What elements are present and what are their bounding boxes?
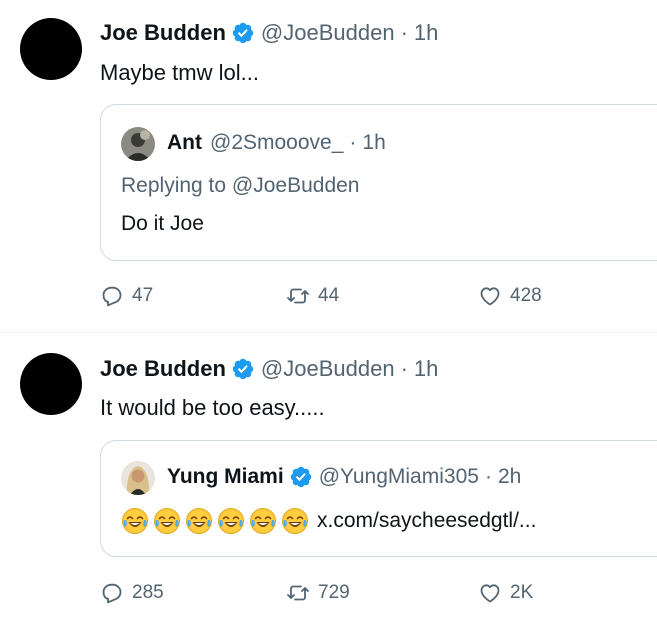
quote-text: x.com/saycheesedgtl/...	[121, 507, 536, 535]
like-button[interactable]: 2K	[478, 581, 533, 605]
separator-dot: ·	[484, 465, 492, 488]
timestamp[interactable]: 1h	[362, 131, 385, 155]
like-icon	[478, 581, 502, 605]
author-name[interactable]: Ant	[167, 131, 202, 155]
like-count: 428	[510, 285, 542, 306]
author-handle[interactable]: @JoeBudden	[261, 356, 395, 382]
laughing-emoji-icon	[217, 507, 245, 535]
reply-icon	[100, 581, 124, 605]
tweet-text: Maybe tmw lol...	[100, 60, 259, 85]
reply-button[interactable]: 47	[100, 284, 153, 308]
retweet-button[interactable]: 44	[286, 284, 339, 308]
laughing-emoji-icon	[281, 507, 309, 535]
reply-count: 47	[132, 285, 154, 306]
author-name[interactable]: Yung Miami	[167, 465, 284, 489]
tweet-1[interactable]: Joe Budden @JoeBudden · 1h Maybe tmw lol…	[0, 0, 657, 332]
reply-button[interactable]: 285	[100, 581, 164, 605]
quote-link[interactable]: x.com/saycheesedgtl/...	[317, 509, 536, 533]
quote-header: Yung Miami @YungMiami305 · 2h	[167, 465, 521, 489]
author-name[interactable]: Joe Budden	[100, 356, 226, 382]
verified-badge-icon	[231, 21, 255, 45]
action-bar: 285 729 2K	[100, 581, 600, 609]
timestamp[interactable]: 2h	[498, 465, 521, 489]
timestamp[interactable]: 1h	[414, 20, 438, 46]
tweet-header: Joe Budden @JoeBudden · 1h	[100, 20, 438, 46]
separator-dot: ·	[400, 356, 408, 381]
tweet-2[interactable]: Joe Budden @JoeBudden · 1h It would be t…	[0, 333, 657, 628]
quote-text: Do it Joe	[121, 212, 204, 235]
laughing-emoji-icon	[249, 507, 277, 535]
separator-dot: ·	[400, 20, 408, 45]
verified-badge-icon	[289, 465, 313, 489]
laughing-emoji-icon	[121, 507, 149, 535]
author-name[interactable]: Joe Budden	[100, 20, 226, 46]
retweet-count: 729	[318, 582, 350, 603]
action-bar: 47 44 428	[100, 284, 600, 312]
tweet-header: Joe Budden @JoeBudden · 1h	[100, 356, 438, 382]
separator-dot: ·	[349, 131, 357, 154]
replying-to: Replying to @JoeBudden	[121, 174, 360, 198]
timestamp[interactable]: 1h	[414, 356, 438, 382]
author-handle[interactable]: @JoeBudden	[261, 20, 395, 46]
reply-count: 285	[132, 582, 164, 603]
retweet-icon	[286, 284, 310, 308]
quote-header: Ant @2Smooove_ · 1h	[167, 131, 386, 155]
reply-icon	[100, 284, 124, 308]
retweet-icon	[286, 581, 310, 605]
verified-badge-icon	[231, 357, 255, 381]
quoted-tweet[interactable]: Yung Miami @YungMiami305 · 2h x.com/sayc…	[100, 440, 657, 557]
like-icon	[478, 284, 502, 308]
avatar[interactable]	[20, 18, 82, 80]
retweet-button[interactable]: 729	[286, 581, 350, 605]
avatar[interactable]	[121, 461, 155, 495]
laughing-emoji-icon	[185, 507, 213, 535]
reply-prefix: Replying to	[121, 174, 232, 197]
author-handle[interactable]: @2Smooove_	[210, 131, 343, 155]
like-button[interactable]: 428	[478, 284, 542, 308]
tweet-text: It would be too easy.....	[100, 395, 325, 420]
retweet-count: 44	[318, 285, 340, 306]
author-handle[interactable]: @YungMiami305	[319, 465, 479, 489]
laughing-emoji-icon	[153, 507, 181, 535]
reply-mention[interactable]: @JoeBudden	[232, 174, 360, 197]
quoted-tweet[interactable]: Ant @2Smooove_ · 1h Replying to @JoeBudd…	[100, 104, 657, 261]
avatar[interactable]	[121, 127, 155, 161]
like-count: 2K	[510, 582, 534, 603]
avatar[interactable]	[20, 353, 82, 415]
